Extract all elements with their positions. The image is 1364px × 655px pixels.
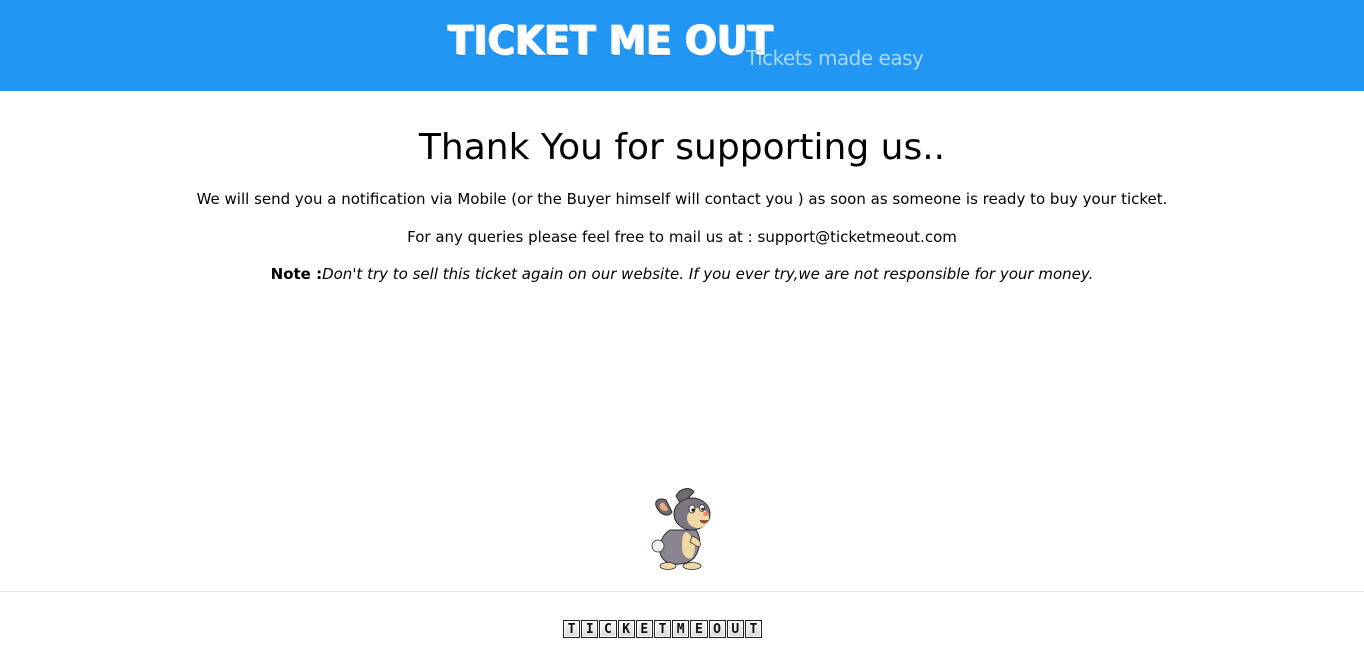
footer-logo-tile: E (635, 620, 653, 638)
footer-logo-tile: U (726, 620, 744, 638)
brand-tagline: Tickets made easy (746, 46, 924, 70)
note-message: Note :Don't try to sell this ticket agai… (0, 265, 1364, 283)
footer-logo-tile: I (581, 620, 599, 638)
footer-logo-tile: T (653, 620, 672, 638)
footer-divider (0, 591, 1364, 592)
footer-logo-tile: T (563, 620, 581, 638)
footer-logo-tile: O (708, 620, 726, 638)
brand-title: TICKET ME OUT (448, 18, 774, 64)
note-label: Note : (270, 265, 323, 283)
footer-logo: TICKETMEOUT (563, 620, 763, 640)
support-contact-message: For any queries please feel free to mail… (407, 228, 957, 246)
footer-logo-tile: K (617, 620, 635, 638)
footer-logo-tile: T (744, 620, 763, 638)
site-header: TICKET ME OUT Tickets made easy (0, 0, 1364, 91)
brand-logo[interactable]: TICKET ME OUT Tickets made easy (448, 18, 924, 70)
footer-logo-tile: C (599, 620, 617, 638)
footer-logo-tile: E (690, 620, 708, 638)
notification-message: We will send you a notification via Mobi… (196, 190, 1168, 208)
note-text: Don't try to sell this ticket again on o… (322, 265, 1094, 283)
rabbit-mascot-icon (651, 488, 711, 570)
page-title: Thank You for supporting us.. (418, 127, 946, 168)
footer-logo-tile: M (672, 620, 690, 638)
